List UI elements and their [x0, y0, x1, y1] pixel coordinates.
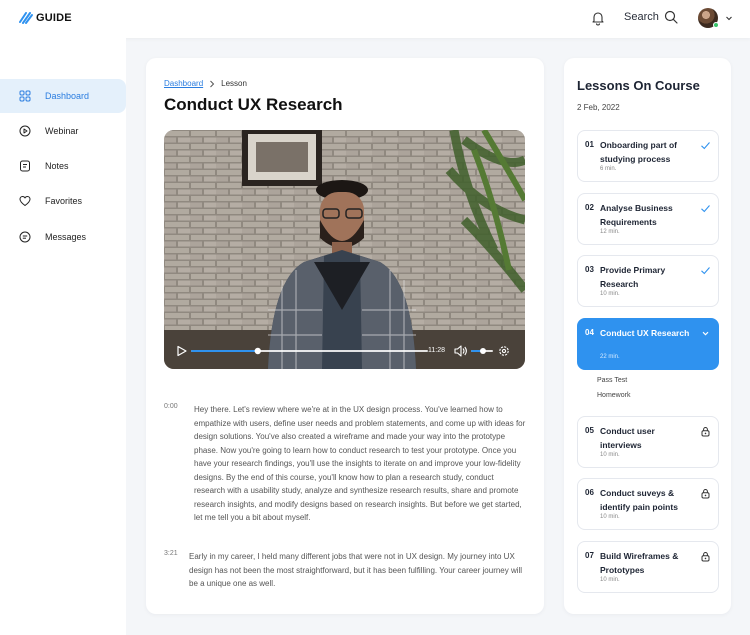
lesson-item-02[interactable]: 02 Analyse Business Requirements 12 min. [577, 193, 719, 245]
check-icon [701, 142, 710, 150]
lesson-number: 07 [585, 551, 594, 560]
progress-bar[interactable] [191, 347, 428, 355]
transcript-text: Early in my career, I held many differen… [189, 552, 523, 588]
sidebar-item-label: Dashboard [45, 91, 90, 101]
lesson-title: Conduct UX Research [600, 328, 690, 338]
play-circle-icon [19, 125, 31, 137]
check-icon [701, 267, 710, 275]
grid-icon [19, 90, 31, 102]
settings-icon[interactable] [499, 346, 509, 356]
lesson-title: Conduct user interviews [600, 426, 655, 450]
search-label: Search [624, 11, 659, 23]
sidebar-item-label: Favorites [45, 196, 83, 206]
lesson-number: 06 [585, 488, 594, 497]
lesson-item-07[interactable]: 07 Build Wireframes & Prototypes 10 min. [577, 541, 719, 593]
lesson-duration: 10 min. [600, 514, 620, 520]
notes-icon [20, 160, 30, 172]
sidebar-item-notes[interactable]: Notes [0, 149, 126, 183]
lesson-number: 02 [585, 203, 594, 212]
lesson-duration: 10 min. [600, 452, 620, 458]
sidebar-item-label: Webinar [45, 126, 79, 136]
course-panel-title: Lessons On Course [577, 78, 700, 93]
breadcrumb-link-dashboard[interactable]: Dashboard [164, 79, 203, 88]
sidebar-item-dashboard[interactable]: Dashboard [0, 79, 126, 113]
play-icon[interactable] [177, 345, 187, 357]
transcript-entry: 0:00 Hey there. Let's review where we're… [164, 403, 526, 525]
sidebar-item-messages[interactable]: Messages [0, 220, 126, 254]
lesson-title: Analyse Business Requirements [600, 203, 673, 227]
video-time: 11:28 [428, 347, 445, 354]
sidebar-item-webinar[interactable]: Webinar [0, 114, 126, 148]
sub-item-homework[interactable]: Homework [597, 392, 630, 399]
video-controls [177, 345, 509, 357]
volume-slider[interactable] [471, 348, 493, 354]
lesson-number: 03 [585, 265, 594, 274]
volume-icon[interactable] [454, 345, 467, 357]
sidebar-item-label: Notes [45, 161, 69, 171]
lesson-duration: 10 min. [600, 291, 620, 297]
transcript-time[interactable]: 0:00 [164, 403, 194, 525]
breadcrumb-current: Lesson [221, 79, 247, 88]
lesson-title: Onboarding part of studying process [600, 140, 677, 164]
search-icon [664, 10, 678, 24]
logo-icon [19, 12, 33, 24]
lesson-item-06[interactable]: 06 Conduct suveys & identify pain points… [577, 478, 719, 530]
video-frame [164, 130, 525, 369]
lesson-duration: 22 min. [600, 354, 620, 360]
sidebar-item-favorites[interactable]: Favorites [0, 184, 126, 218]
lesson-title: Provide Primary Research [600, 265, 666, 289]
volume-handle[interactable] [480, 348, 486, 354]
transcript-entry: 3:21 Early in my career, I held many dif… [164, 550, 526, 591]
chevron-down-icon[interactable] [724, 13, 734, 23]
page-title: Conduct UX Research [164, 95, 343, 114]
lesson-number: 05 [585, 426, 594, 435]
heart-icon [19, 195, 31, 207]
transcript-text: Hey there. Let's review where we're at i… [194, 405, 526, 522]
lesson-duration: 12 min. [600, 229, 620, 235]
lock-icon [701, 552, 710, 562]
progress-handle[interactable] [254, 347, 261, 355]
bell-icon[interactable] [590, 10, 606, 26]
chevron-right-icon [210, 80, 215, 87]
lesson-item-04[interactable]: 04 Conduct UX Research 22 min. [577, 318, 719, 370]
lesson-item-01[interactable]: 01 Onboarding part of studying process 6… [577, 130, 719, 182]
lock-icon [701, 489, 710, 499]
lock-icon [701, 427, 710, 437]
sub-item-pass-test[interactable]: Pass Test [597, 377, 627, 384]
course-date: 2 Feb, 2022 [577, 103, 620, 112]
lesson-duration: 6 min. [600, 166, 617, 172]
search-button[interactable]: Search [624, 10, 678, 24]
breadcrumb: Dashboard Lesson [164, 79, 247, 88]
transcript-time[interactable]: 3:21 [164, 550, 189, 591]
video-player[interactable] [164, 130, 525, 369]
lesson-duration: 10 min. [600, 577, 620, 583]
check-icon [701, 205, 710, 213]
lesson-item-05[interactable]: 05 Conduct user interviews 10 min. [577, 416, 719, 468]
lesson-number: 04 [585, 328, 594, 337]
lesson-title: Conduct suveys & identify pain points [600, 488, 678, 512]
online-status-dot [713, 22, 719, 28]
lesson-number: 01 [585, 140, 594, 149]
sidebar: Dashboard Webinar Notes Favorites Messag… [0, 38, 126, 635]
sidebar-item-label: Messages [45, 232, 87, 242]
logo[interactable]: GUIDE [19, 11, 72, 24]
logo-text: GUIDE [36, 11, 72, 24]
lesson-title: Build Wireframes & Prototypes [600, 551, 679, 575]
chevron-down-icon[interactable] [700, 328, 711, 339]
lesson-item-03[interactable]: 03 Provide Primary Research 10 min. [577, 255, 719, 307]
messages-icon [19, 231, 31, 243]
